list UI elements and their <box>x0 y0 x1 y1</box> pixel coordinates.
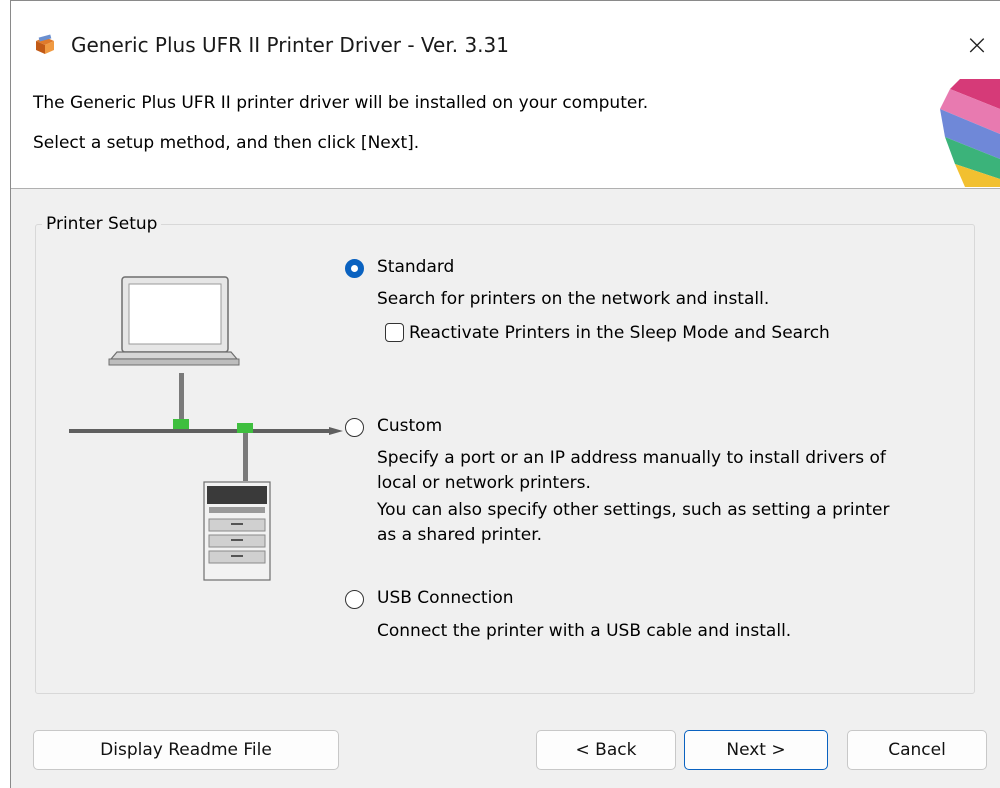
cancel-button[interactable]: Cancel <box>847 730 987 770</box>
next-button[interactable]: Next > <box>684 730 828 770</box>
back-button[interactable]: < Back <box>536 730 676 770</box>
usb-connection-radio[interactable] <box>345 590 364 609</box>
custom-description-1: Specify a port or an IP address manually… <box>377 448 886 468</box>
standard-radio[interactable] <box>345 259 364 278</box>
custom-description-4: as a shared printer. <box>377 525 543 545</box>
standard-description: Search for printers on the network and i… <box>377 289 770 309</box>
instruction-line-1: The Generic Plus UFR II printer driver w… <box>33 93 649 113</box>
banner-graphic <box>940 79 1000 187</box>
display-readme-button[interactable]: Display Readme File <box>33 730 339 770</box>
window-title: Generic Plus UFR II Printer Driver - Ver… <box>71 33 509 57</box>
instruction-header: The Generic Plus UFR II printer driver w… <box>11 73 1000 189</box>
usb-connection-label[interactable]: USB Connection <box>377 588 514 608</box>
laptop-icon <box>108 276 240 366</box>
standard-label[interactable]: Standard <box>377 257 454 277</box>
network-diagram <box>69 276 343 581</box>
reactivate-sleep-label[interactable]: Reactivate Printers in the Sleep Mode an… <box>409 323 830 343</box>
printer-icon <box>203 481 271 581</box>
group-label: Printer Setup <box>46 214 158 234</box>
instruction-line-2: Select a setup method, and then click [N… <box>33 133 420 153</box>
custom-description-2: local or network printers. <box>377 473 591 493</box>
close-icon: × <box>965 28 989 61</box>
custom-description-3: You can also specify other settings, suc… <box>377 500 890 520</box>
usb-connection-description: Connect the printer with a USB cable and… <box>377 621 792 641</box>
reactivate-sleep-checkbox[interactable] <box>385 323 404 342</box>
close-button[interactable]: × <box>954 23 1000 67</box>
custom-radio[interactable] <box>345 418 364 437</box>
installer-box-icon <box>36 34 54 54</box>
installer-window: Generic Plus UFR II Printer Driver - Ver… <box>10 0 1000 788</box>
custom-label[interactable]: Custom <box>377 416 442 436</box>
